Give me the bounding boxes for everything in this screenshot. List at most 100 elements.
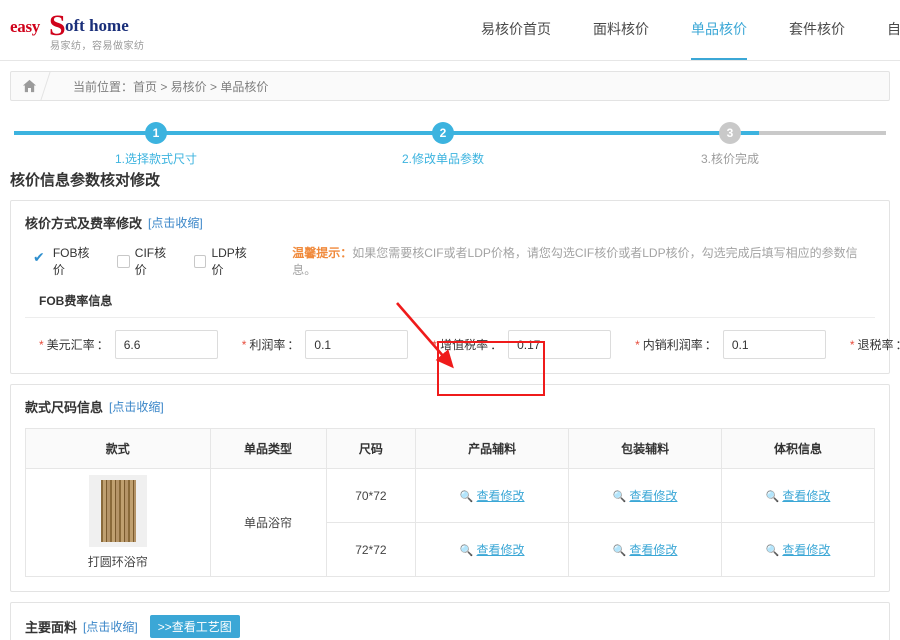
field-vat-rate: * 增值税率 ： <box>432 330 612 359</box>
field-colon: ： <box>896 336 900 353</box>
home-icon[interactable] <box>11 79 47 93</box>
nav-item-free-combo[interactable]: 自由组合 <box>866 0 900 60</box>
magnifier-icon: 🔍 <box>459 491 474 503</box>
nav-item-single-pricing[interactable]: 单品核价 <box>670 0 768 60</box>
field-domestic-profit-rate-label: 内销利润率 <box>642 338 703 352</box>
step-3-label: 3.核价完成 <box>700 152 759 166</box>
product-aux-link-cell[interactable]: 🔍 查看修改 <box>415 468 570 523</box>
required-marker: * <box>241 337 247 352</box>
step-2-dot: 2 <box>432 122 454 144</box>
curtain-graphic <box>99 480 136 542</box>
package-aux-link[interactable]: 查看修改 <box>629 489 677 503</box>
checkbox-fob-label: FOB核价 <box>52 246 90 277</box>
required-marker: * <box>39 337 44 352</box>
style-size-panel: 款式尺码信息 [点击收缩] 款式 单品类型 尺码 产品辅料 包装辅料 体积信息 <box>10 384 890 592</box>
main-fabric-collapse-link[interactable]: [点击收缩] <box>83 618 138 635</box>
field-colon: ： <box>96 338 109 352</box>
pricing-method-panel: 核价方式及费率修改 [点击收缩] FOB核价 CIF核价 LDP核价 温馨提示：… <box>10 200 900 374</box>
checkbox-cif-box <box>116 254 130 268</box>
required-marker: * <box>432 337 438 352</box>
style-size-header: 款式尺码信息 [点击收缩] <box>25 397 875 416</box>
checkbox-fob[interactable]: FOB核价 <box>33 244 101 278</box>
checkbox-cif[interactable]: CIF核价 <box>116 244 178 278</box>
volume-link-cell[interactable]: 🔍 查看修改 <box>721 468 875 523</box>
volume-link[interactable]: 查看修改 <box>782 489 830 503</box>
field-profit-rate-label: 利润率 <box>249 338 286 352</box>
package-aux-link-cell[interactable]: 🔍 查看修改 <box>568 522 723 577</box>
step-2[interactable]: 2 2.修改单品参数 <box>343 119 543 167</box>
pricing-method-hint-text: 如果您需要核CIF或者LDP价格，请您勾选CIF核价或者LDP核价，勾选完成后填… <box>292 246 858 277</box>
style-size-table: 款式 单品类型 尺码 产品辅料 包装辅料 体积信息 打圆环浴帘 单品浴帘 70*… <box>25 428 875 577</box>
product-aux-link[interactable]: 查看修改 <box>477 543 525 557</box>
col-size: 尺码 <box>325 428 417 469</box>
view-process-diagram-button[interactable]: >>查看工艺图 <box>149 615 240 638</box>
pricing-method-options: FOB核价 CIF核价 LDP核价 温馨提示：如果您需要核CIF或者LDP价格，… <box>33 244 875 278</box>
shower-curtain-thumbnail[interactable] <box>88 475 147 547</box>
pricing-method-header: 核价方式及费率修改 [点击收缩] <box>25 213 875 232</box>
product-aux-link[interactable]: 查看修改 <box>477 489 525 503</box>
nav-item-set-pricing[interactable]: 套件核价 <box>768 0 866 60</box>
field-usd-rate-label: 美元汇率 <box>46 338 95 352</box>
table-row: 打圆环浴帘 单品浴帘 70*72 🔍 查看修改 🔍 查看修改 🔍 查看修改 <box>25 468 875 577</box>
site-header: easy S oft home 易家纺，容易做家纺 易核价首页 面料核价 单品核… <box>0 0 900 60</box>
package-aux-link-cell[interactable]: 🔍 查看修改 <box>568 468 723 523</box>
step-2-label: 2.修改单品参数 <box>401 152 484 166</box>
vat-rate-input[interactable] <box>508 330 612 359</box>
main-fabric-header: 主要面料 [点击收缩] >>查看工艺图 <box>25 615 875 638</box>
site-logo[interactable]: easy S oft home 易家纺，容易做家纺 <box>10 9 160 52</box>
fob-rate-subtitle: FOB费率信息 <box>39 294 113 308</box>
fob-rate-fields: * 美元汇率 ： * 利润率 ： * 增值税率 ： * 内销利润率 ： <box>25 330 900 359</box>
fob-rate-divider <box>25 317 875 318</box>
breadcrumb: 当前位置：首页 > 易核价 > 单品核价 <box>10 71 890 101</box>
pricing-method-collapse-link[interactable]: [点击收缩] <box>148 214 203 231</box>
style-size-title: 款式尺码信息 <box>25 400 104 415</box>
size-value: 70*72 <box>325 468 417 523</box>
col-item-type: 单品类型 <box>209 428 327 469</box>
step-3-dot: 3 <box>719 122 741 144</box>
nav-item-home[interactable]: 易核价首页 <box>460 0 572 60</box>
col-volume: 体积信息 <box>721 428 875 469</box>
required-marker: * <box>849 337 855 352</box>
step-3[interactable]: 3 3.核价完成 <box>630 119 830 167</box>
field-colon: ： <box>704 338 717 352</box>
logo-easy-text: easy <box>10 17 40 36</box>
pricing-method-title: 核价方式及费率修改 <box>25 216 143 231</box>
breadcrumb-separator <box>40 71 64 101</box>
usd-rate-input[interactable] <box>114 330 218 359</box>
checkbox-ldp[interactable]: LDP核价 <box>193 244 259 278</box>
step-1[interactable]: 1 1.选择款式尺寸 <box>56 119 256 167</box>
size-value: 72*72 <box>325 522 417 577</box>
col-package-aux: 包装辅料 <box>568 428 723 469</box>
app-page: easy S oft home 易家纺，容易做家纺 易核价首页 面料核价 单品核… <box>0 0 900 640</box>
volume-link-cell[interactable]: 🔍 查看修改 <box>721 522 875 577</box>
field-usd-rate: * 美元汇率 ： <box>39 330 218 359</box>
product-cell: 打圆环浴帘 <box>25 468 211 577</box>
logo-ofthome-text: oft home <box>65 16 129 35</box>
pricing-method-hint: 温馨提示：如果您需要核CIF或者LDP价格，请您勾选CIF核价或者LDP核价，勾… <box>292 244 875 278</box>
product-aux-link-cell[interactable]: 🔍 查看修改 <box>415 522 570 577</box>
field-tax-refund-rate-label: 退税率 <box>857 338 894 352</box>
package-aux-link[interactable]: 查看修改 <box>629 543 677 557</box>
col-product-aux: 产品辅料 <box>415 428 570 469</box>
checkbox-ldp-label: LDP核价 <box>211 246 247 277</box>
profit-rate-input[interactable] <box>305 330 409 359</box>
field-colon: ： <box>287 338 300 352</box>
domestic-profit-rate-input[interactable] <box>722 330 826 359</box>
volume-link[interactable]: 查看修改 <box>782 543 830 557</box>
checkbox-cif-label: CIF核价 <box>134 246 167 277</box>
style-size-collapse-link[interactable]: [点击收缩] <box>109 398 164 415</box>
main-fabric-panel: 主要面料 [点击收缩] >>查看工艺图 主要用途 面料图片 面料编号 面料分类 … <box>10 602 890 640</box>
nav-item-fabric-pricing[interactable]: 面料核价 <box>572 0 670 60</box>
field-domestic-profit-rate: * 内销利润率 ： <box>635 330 826 359</box>
main-nav: 易核价首页 面料核价 单品核价 套件核价 自由组合 <box>460 0 900 60</box>
style-size-header-row: 款式 单品类型 尺码 产品辅料 包装辅料 体积信息 <box>25 428 875 469</box>
magnifier-icon: 🔍 <box>612 545 627 557</box>
magnifier-icon: 🔍 <box>459 545 474 557</box>
field-profit-rate: * 利润率 ： <box>242 330 409 359</box>
field-vat-rate-label: 增值税率 <box>440 338 489 352</box>
checkbox-fob-box <box>33 250 48 268</box>
breadcrumb-text: 当前位置：首页 > 易核价 > 单品核价 <box>73 79 269 94</box>
pricing-method-hint-strong: 温馨提示： <box>292 246 353 260</box>
magnifier-icon: 🔍 <box>612 491 627 503</box>
main-fabric-title: 主要面料 <box>25 620 78 635</box>
